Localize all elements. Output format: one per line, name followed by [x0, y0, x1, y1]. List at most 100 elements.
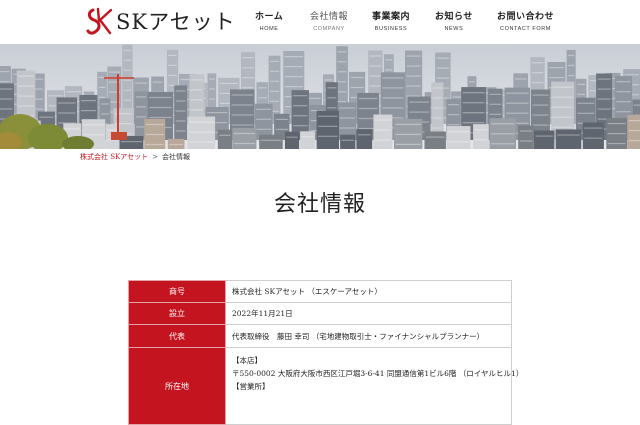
- building-window-row: [337, 51, 347, 53]
- building-window-row: [597, 98, 611, 100]
- building-window-row: [123, 69, 132, 71]
- hero-cityscape-image: [0, 44, 640, 149]
- building-window-row: [145, 123, 164, 126]
- building-window-row: [327, 97, 337, 99]
- building-window-row: [350, 86, 364, 89]
- building-window-row: [616, 111, 631, 113]
- building-window-row: [469, 81, 475, 83]
- building-window-row: [369, 65, 382, 67]
- building-window-row: [514, 78, 527, 80]
- row-value-address: 【本店】 〒550-0002 大阪府大阪市西区江戸堀3-6-41 同盟通信第1ビ…: [225, 347, 524, 425]
- building-window-row: [568, 74, 575, 77]
- building-window-row: [258, 87, 267, 89]
- building-window-row: [382, 107, 404, 109]
- building-window-row: [207, 112, 228, 114]
- nav-business-label: 事業案内: [372, 12, 411, 22]
- breadcrumb-home-link[interactable]: 株式会社 SKアセット: [80, 153, 148, 161]
- building-window-row: [395, 143, 421, 145]
- building-shape: [300, 131, 315, 149]
- building-window-row: [0, 81, 10, 83]
- building-window-row: [136, 106, 147, 108]
- building-window-row: [168, 54, 177, 56]
- nav-business-sub: BUSINESS: [374, 26, 408, 32]
- sales-office-title: 【営業所】: [232, 382, 270, 391]
- building-window-row: [284, 86, 303, 88]
- building-window-row: [270, 90, 279, 92]
- nav-news[interactable]: お知らせ NEWS: [435, 11, 473, 34]
- nav-contact[interactable]: お問い合わせ CONTACT FORM: [497, 11, 554, 34]
- building-window-row: [489, 113, 501, 115]
- building-window-row: [607, 133, 626, 135]
- building-window-row: [58, 102, 76, 104]
- building-window-row: [374, 119, 391, 121]
- building-window-row: [552, 86, 573, 88]
- building-window-row: [557, 134, 580, 136]
- building-window-row: [327, 87, 337, 89]
- building-window-row: [369, 85, 382, 87]
- building-window-row: [532, 124, 549, 126]
- building-window-row: [169, 143, 183, 146]
- building-window-row: [382, 97, 404, 99]
- building-window-row: [462, 102, 485, 104]
- building-window-row: [64, 128, 80, 130]
- row-label-representative: 代表: [128, 324, 226, 348]
- building-shape: [582, 122, 604, 149]
- nav-home[interactable]: ホーム HOME: [255, 11, 283, 34]
- building-shape: [174, 85, 188, 140]
- building-window-row: [209, 88, 215, 90]
- building-window-row: [190, 99, 203, 101]
- building-window-row: [406, 85, 421, 87]
- building-window-row: [145, 133, 164, 136]
- building-window-row: [190, 109, 203, 111]
- building-shape: [284, 131, 300, 149]
- building-window-row: [233, 132, 255, 135]
- building-window-row: [462, 112, 485, 114]
- building-window-row: [134, 82, 148, 84]
- building-window-row: [447, 124, 460, 126]
- building-window-row: [175, 130, 186, 132]
- building-window-row: [48, 95, 63, 97]
- building-window-row: [284, 56, 303, 58]
- building-window-row: [123, 79, 132, 81]
- building-window-row: [209, 78, 215, 80]
- building-shape: [187, 116, 216, 149]
- building-window-row: [432, 97, 442, 99]
- building-window-row: [318, 125, 338, 127]
- nav-news-label: お知らせ: [435, 12, 473, 22]
- page-title: 会社情報: [273, 192, 366, 217]
- row-value-established: 2022年11月21日: [225, 302, 512, 325]
- building-window-row: [395, 123, 421, 125]
- building-window-row: [80, 110, 96, 112]
- building-window-row: [628, 140, 640, 142]
- building-window-row: [293, 105, 308, 107]
- building-window-row: [231, 94, 253, 96]
- nav-company[interactable]: 会社情報 COMPANY: [310, 11, 348, 34]
- building-window-row: [385, 59, 393, 61]
- building-window-row: [531, 72, 544, 74]
- building-window-row: [284, 76, 303, 78]
- building-window-row: [341, 139, 354, 141]
- building-window-row: [535, 135, 553, 137]
- building-window-row: [552, 116, 573, 118]
- building-window-row: [339, 107, 355, 109]
- building-window-row: [409, 111, 430, 113]
- site-header: SKアセット ホーム HOME 会社情報 COMPANY 事業案内 BUSINE…: [0, 0, 640, 44]
- building-window-row: [432, 87, 442, 89]
- company-info-table: 商号 株式会社 SKアセット （エスケーアセット） 設立 2022年11月21日…: [128, 280, 524, 425]
- building-window-row: [337, 91, 347, 93]
- building-window-row: [577, 83, 585, 85]
- nav-business[interactable]: 事業案内 BUSINESS: [372, 11, 410, 34]
- building-window-row: [447, 104, 460, 106]
- building-window-row: [382, 77, 404, 79]
- head-office-title: 【本店】: [232, 356, 262, 365]
- building-window-row: [624, 74, 639, 76]
- building-window-row: [18, 95, 34, 97]
- building-window-row: [552, 106, 573, 108]
- building-shape: [340, 134, 356, 149]
- building-window-row: [293, 125, 308, 127]
- breadcrumb-separator: >: [152, 153, 158, 161]
- building-window-row: [83, 124, 104, 126]
- building-window-row: [432, 107, 442, 109]
- head-office-address: 〒550-0002 大阪府大阪市西区江戸堀3-6-41 同盟通信第1ビル6階 （…: [232, 369, 524, 378]
- building-window-row: [616, 81, 631, 83]
